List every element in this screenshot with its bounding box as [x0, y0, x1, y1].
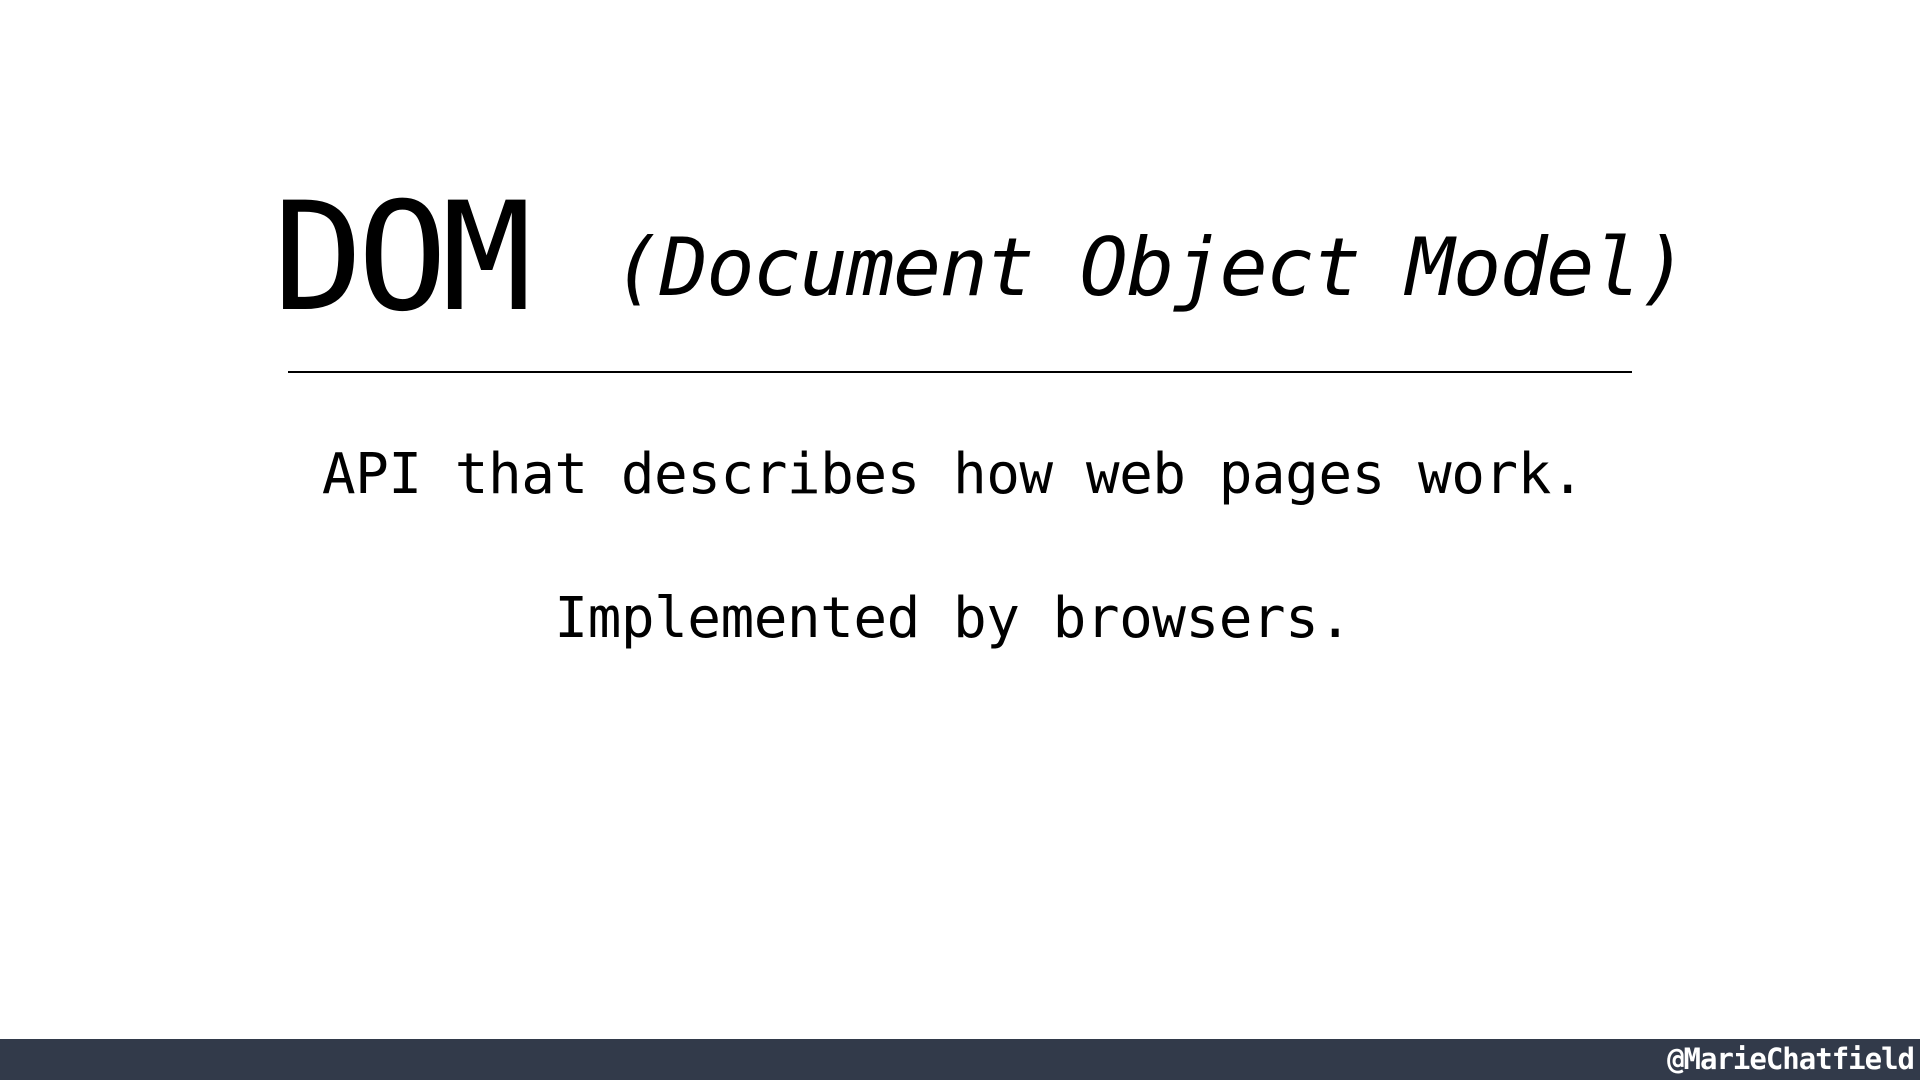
- slide: DOM (Document Object Model) API that des…: [0, 0, 1920, 1039]
- body-line-api: API that describes how web pages work.: [321, 442, 1585, 507]
- footer-bar: @MarieChatfield: [0, 1039, 1920, 1080]
- author-handle: @MarieChatfield: [1667, 1042, 1915, 1076]
- title-row: DOM (Document Object Model): [273, 171, 1723, 345]
- title-divider: [288, 371, 1632, 373]
- slide-title: DOM: [273, 171, 532, 345]
- slide-subtitle: (Document Object Model): [613, 221, 1688, 314]
- body-line-implemented: Implemented by browsers.: [554, 586, 1352, 651]
